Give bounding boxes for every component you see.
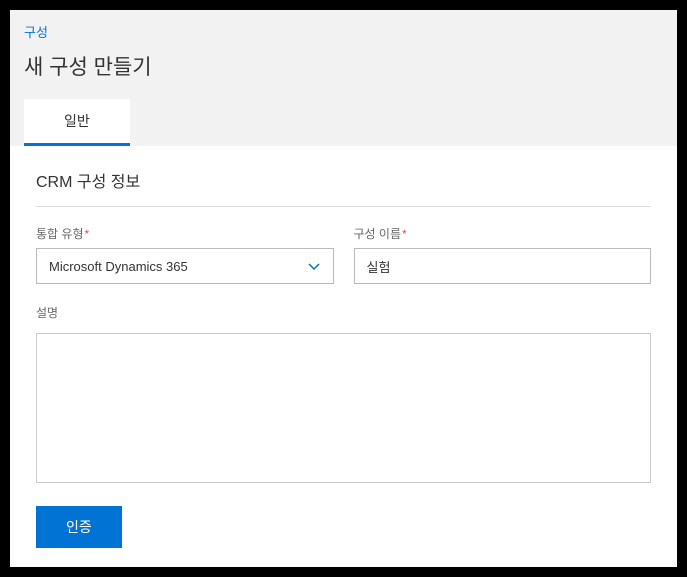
content-area: CRM 구성 정보 통합 유형* Microsoft Dynamics 365 (10, 146, 677, 567)
tab-general[interactable]: 일반 (24, 99, 130, 146)
label-text: 구성 이름 (354, 227, 402, 241)
config-name-input[interactable] (354, 248, 652, 284)
description-textarea[interactable] (36, 333, 651, 483)
chevron-down-icon (307, 259, 321, 273)
config-name-label: 구성 이름* (354, 225, 652, 242)
select-value: Microsoft Dynamics 365 (49, 259, 307, 274)
breadcrumb[interactable]: 구성 (10, 10, 677, 47)
description-group: 설명 (36, 304, 651, 488)
required-indicator: * (402, 227, 407, 241)
description-label: 설명 (36, 304, 651, 321)
label-text: 통합 유형 (36, 227, 84, 241)
integration-type-group: 통합 유형* Microsoft Dynamics 365 (36, 225, 334, 284)
integration-type-select[interactable]: Microsoft Dynamics 365 (36, 248, 334, 284)
config-name-group: 구성 이름* (354, 225, 652, 284)
integration-type-label: 통합 유형* (36, 225, 334, 242)
config-panel: 구성 새 구성 만들기 일반 CRM 구성 정보 통합 유형* Microsof… (10, 10, 677, 567)
page-title: 새 구성 만들기 (10, 47, 677, 99)
tabs-container: 일반 (10, 99, 677, 146)
authenticate-button[interactable]: 인증 (36, 506, 122, 548)
required-indicator: * (85, 227, 90, 241)
form-row: 통합 유형* Microsoft Dynamics 365 구성 이름* (36, 225, 651, 284)
section-title: CRM 구성 정보 (36, 168, 651, 207)
